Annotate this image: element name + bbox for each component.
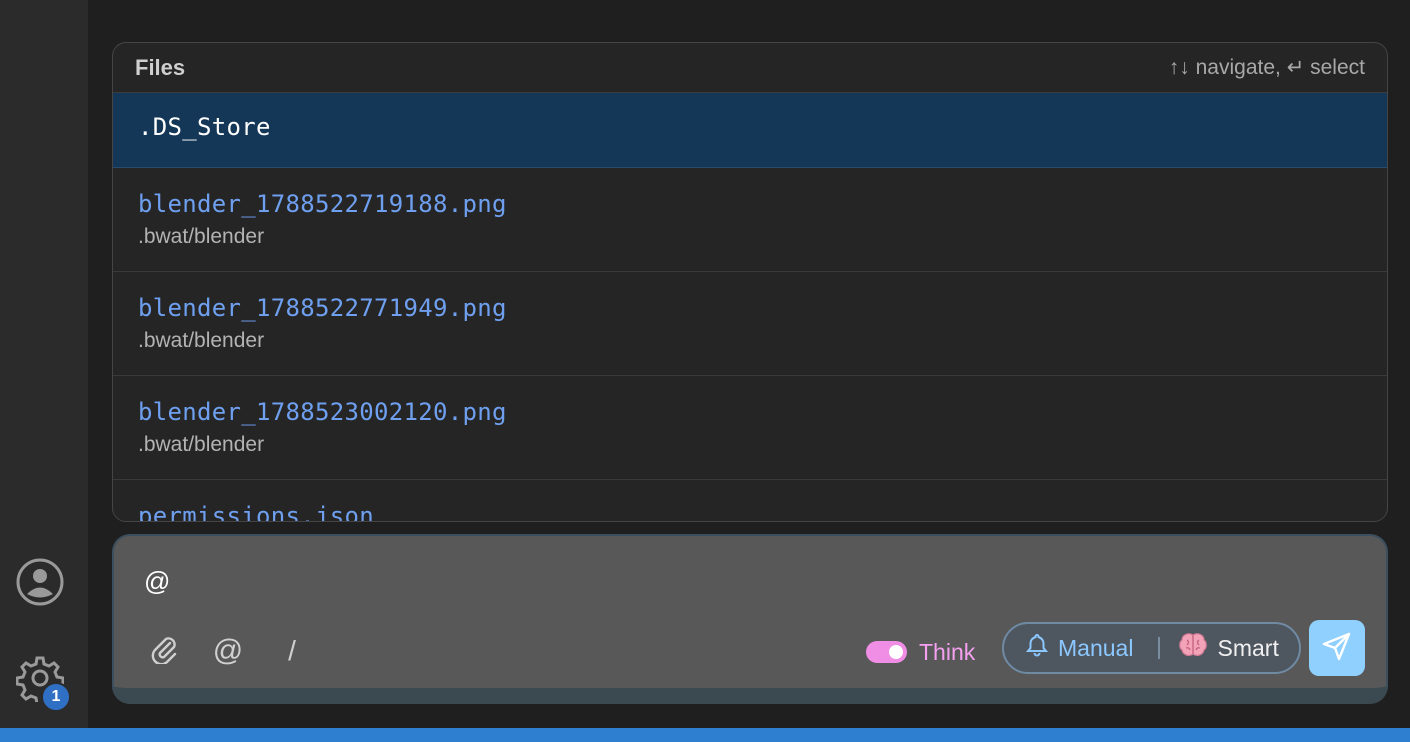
file-item[interactable]: blender_1788522719188.png .bwat/blender bbox=[113, 168, 1387, 272]
paperclip-icon bbox=[149, 634, 179, 669]
file-path: .bwat/blender bbox=[138, 433, 265, 456]
think-switch[interactable] bbox=[866, 641, 907, 663]
keyboard-hint: ↑↓ navigate, ↵ select bbox=[1168, 56, 1365, 79]
file-item[interactable]: permissions.json bbox=[113, 480, 1387, 522]
mode-smart-label: Smart bbox=[1217, 634, 1279, 661]
mode-manual-label: Manual bbox=[1058, 634, 1134, 661]
file-item[interactable]: blender_1788522771949.png .bwat/blender bbox=[113, 272, 1387, 376]
chat-composer: @ @ / Think Manual Smart bbox=[112, 534, 1388, 704]
file-name: permissions.json bbox=[138, 502, 374, 522]
file-picker-popup: Files ↑↓ navigate, ↵ select .DS_Store bl… bbox=[112, 42, 1388, 522]
brain-icon bbox=[1178, 632, 1208, 664]
file-item[interactable]: blender_1788523002120.png .bwat/blender bbox=[113, 376, 1387, 480]
activity-bar: 1 bbox=[0, 0, 88, 728]
settings-badge: 1 bbox=[41, 682, 71, 712]
file-name: blender_1788523002120.png bbox=[138, 398, 507, 426]
bell-icon bbox=[1025, 633, 1049, 663]
popup-header: Files ↑↓ navigate, ↵ select bbox=[113, 43, 1387, 93]
chat-input[interactable]: @ bbox=[144, 566, 170, 597]
popup-title: Files bbox=[135, 54, 186, 80]
account-button[interactable] bbox=[14, 558, 66, 610]
file-path: .bwat/blender bbox=[138, 225, 265, 248]
file-list: .DS_Store blender_1788522719188.png .bwa… bbox=[113, 93, 1387, 522]
file-name: .DS_Store bbox=[138, 113, 271, 141]
attach-button[interactable] bbox=[142, 629, 186, 673]
send-icon bbox=[1321, 630, 1353, 667]
mention-icon: @ bbox=[212, 634, 244, 667]
mode-selector: Manual Smart bbox=[1002, 622, 1301, 674]
think-label: Think bbox=[919, 638, 976, 665]
mode-manual-button[interactable]: Manual bbox=[1004, 624, 1158, 672]
file-name: blender_1788522719188.png bbox=[138, 190, 507, 218]
slash-command-button[interactable]: / bbox=[270, 629, 314, 673]
think-toggle[interactable]: Think bbox=[866, 632, 975, 672]
file-path: .bwat/blender bbox=[138, 329, 265, 352]
slash-icon: / bbox=[288, 635, 296, 666]
file-item-selected[interactable]: .DS_Store bbox=[113, 93, 1387, 168]
mention-button[interactable]: @ bbox=[206, 629, 250, 673]
status-bar bbox=[0, 728, 1410, 742]
send-button[interactable] bbox=[1309, 620, 1365, 676]
account-icon bbox=[15, 557, 65, 612]
toggle-knob bbox=[889, 645, 903, 659]
file-name: blender_1788522771949.png bbox=[138, 294, 507, 322]
mode-smart-button[interactable]: Smart bbox=[1160, 624, 1279, 672]
